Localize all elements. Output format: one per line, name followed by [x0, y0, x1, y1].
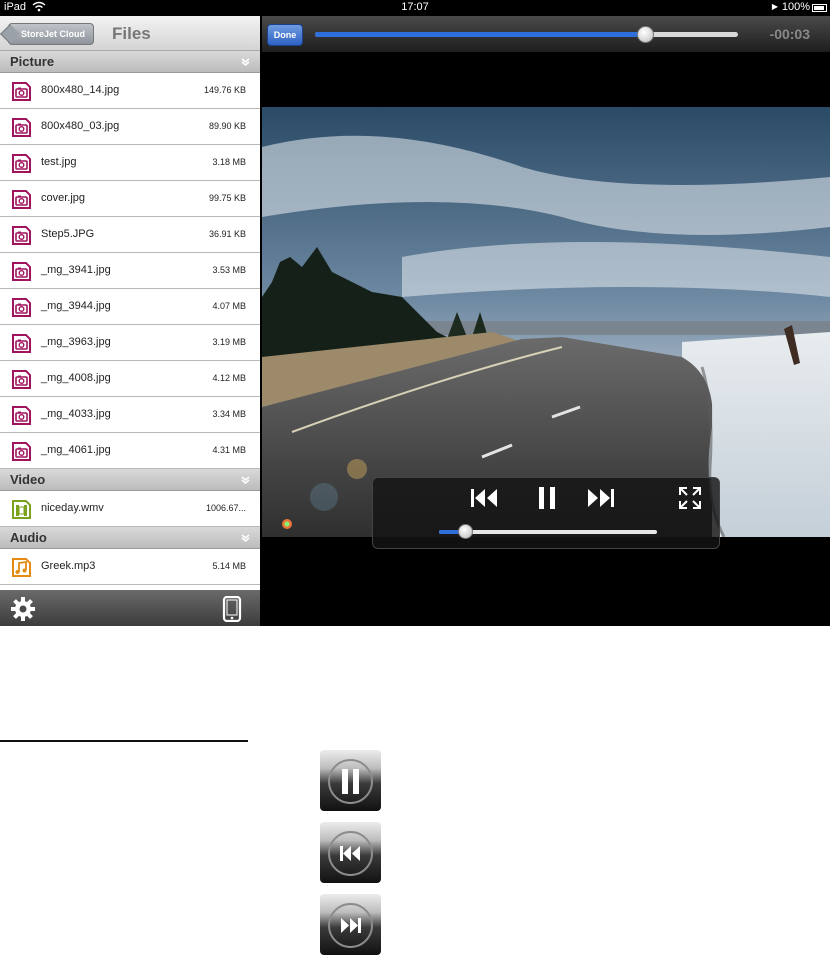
- file-name: _mg_4033.jpg: [41, 408, 111, 420]
- file-name: _mg_4061.jpg: [41, 444, 111, 456]
- file-row[interactable]: _mg_3963.jpg 3.19 MB: [0, 325, 260, 361]
- playback-scrubber-thumb[interactable]: [636, 26, 654, 43]
- section-header-label: Picture: [10, 54, 55, 69]
- player-top-bar: Done -00:03: [262, 16, 830, 52]
- file-row[interactable]: _mg_4033.jpg 3.34 MB: [0, 397, 260, 433]
- file-size: 3.34 MB: [212, 409, 246, 419]
- gear-icon[interactable]: [10, 596, 36, 626]
- file-name: cover.jpg: [41, 192, 86, 204]
- file-row[interactable]: _mg_3941.jpg 3.53 MB: [0, 253, 260, 289]
- playback-controls: [372, 477, 720, 549]
- photo-file-icon: [11, 369, 32, 390]
- file-row[interactable]: Greek.mp3 5.14 MB: [0, 549, 260, 585]
- file-size: 99.75 KB: [208, 193, 246, 203]
- section-header-audio[interactable]: Audio: [0, 527, 260, 549]
- section-header-label: Video: [10, 472, 46, 487]
- file-name: 800x480_03.jpg: [41, 120, 120, 132]
- chevron-down-icon: [241, 469, 250, 492]
- file-browser-panel: StoreJet Cloud Files Picture 800x480_14.j…: [0, 16, 260, 626]
- playback-progress-fill: [315, 32, 645, 37]
- file-name: niceday.wmv: [41, 502, 104, 514]
- file-name: Step5.JPG: [41, 228, 95, 240]
- fullscreen-icon[interactable]: [677, 486, 705, 510]
- pause-icon[interactable]: [533, 486, 561, 510]
- file-row[interactable]: cover.jpg 99.75 KB: [0, 181, 260, 217]
- divider-line: [0, 740, 248, 742]
- file-name: Greek.mp3: [41, 560, 96, 572]
- rewind-button-large: [320, 822, 381, 883]
- rewind-icon[interactable]: [470, 486, 498, 510]
- fast-forward-button-large: [320, 894, 381, 955]
- ipad-device-icon[interactable]: [222, 595, 242, 626]
- file-size: 1006.67...: [205, 503, 246, 513]
- file-size: 149.76 KB: [203, 85, 246, 95]
- chevron-down-icon: [241, 527, 250, 550]
- file-size: 5.14 MB: [212, 561, 246, 571]
- file-name: _mg_3941.jpg: [41, 264, 111, 276]
- photo-file-icon: [11, 333, 32, 354]
- file-browser-nav-bar: StoreJet Cloud Files: [0, 16, 260, 51]
- file-browser-toolbar: [0, 590, 260, 626]
- photo-file-icon: [11, 441, 32, 462]
- file-size: 36.91 KB: [208, 229, 246, 239]
- photo-file-icon: [11, 117, 32, 138]
- file-row[interactable]: niceday.wmv 1006.67...: [0, 491, 260, 527]
- battery-icon: [812, 4, 827, 12]
- section-header-label: Audio: [10, 530, 47, 545]
- pause-icon: [328, 759, 373, 804]
- file-row[interactable]: test.jpg 3.18 MB: [0, 145, 260, 181]
- section-header-video[interactable]: Video: [0, 469, 260, 491]
- chevron-down-icon: [241, 51, 250, 74]
- file-size: 3.53 MB: [212, 265, 246, 275]
- file-row[interactable]: 800x480_14.jpg 149.76 KB: [0, 73, 260, 109]
- photo-file-icon: [11, 405, 32, 426]
- file-row[interactable]: Step5.JPG 36.91 KB: [0, 217, 260, 253]
- pause-button-large: [320, 750, 381, 811]
- volume-slider-thumb[interactable]: [458, 524, 474, 539]
- file-name: test.jpg: [41, 156, 77, 168]
- photo-file-icon: [11, 261, 32, 282]
- file-row[interactable]: _mg_3944.jpg 4.07 MB: [0, 289, 260, 325]
- file-size: 89.90 KB: [208, 121, 246, 131]
- fast-forward-icon: [328, 903, 373, 948]
- file-row[interactable]: 800x480_03.jpg 89.90 KB: [0, 109, 260, 145]
- file-row[interactable]: _mg_4061.jpg 4.31 MB: [0, 433, 260, 469]
- video-player: Done -00:03: [262, 16, 830, 626]
- playing-icon: ▶: [771, 2, 778, 11]
- page-title: Files: [112, 24, 151, 43]
- photo-file-icon: [11, 153, 32, 174]
- file-size: 4.07 MB: [212, 301, 246, 311]
- file-list: Picture 800x480_14.jpg 149.76 KB 800x480_03…: [0, 51, 260, 585]
- file-name: 800x480_14.jpg: [41, 84, 120, 96]
- status-bar: iPad 17:07 ▶ 100%: [0, 0, 830, 16]
- file-size: 3.18 MB: [212, 157, 246, 167]
- file-name: _mg_3944.jpg: [41, 300, 111, 312]
- photo-file-icon: [11, 189, 32, 210]
- page: iPad 17:07 ▶ 100% StoreJet Cloud Files P…: [0, 0, 830, 955]
- video-file-icon: [11, 499, 32, 520]
- file-size: 4.31 MB: [212, 445, 246, 455]
- back-button[interactable]: StoreJet Cloud: [8, 23, 95, 45]
- done-button[interactable]: Done: [267, 24, 303, 46]
- playback-scrubber[interactable]: [315, 26, 738, 43]
- photo-file-icon: [11, 81, 32, 102]
- volume-slider[interactable]: [439, 524, 657, 539]
- file-row[interactable]: _mg_4008.jpg 4.12 MB: [0, 361, 260, 397]
- status-time: 17:07: [401, 1, 429, 13]
- file-name: _mg_3963.jpg: [41, 336, 111, 348]
- music-file-icon: [11, 557, 32, 578]
- battery-percent: 100%: [781, 1, 810, 13]
- time-remaining: -00:03: [769, 26, 810, 42]
- file-size: 4.12 MB: [212, 373, 246, 383]
- file-size: 3.19 MB: [212, 337, 246, 347]
- ipad-screen: iPad 17:07 ▶ 100% StoreJet Cloud Files P…: [0, 0, 830, 626]
- file-name: _mg_4008.jpg: [41, 372, 111, 384]
- photo-file-icon: [11, 297, 32, 318]
- fast-forward-icon[interactable]: [587, 486, 615, 510]
- video-frame[interactable]: [262, 107, 830, 537]
- section-header-picture[interactable]: Picture: [0, 51, 260, 73]
- rewind-icon: [328, 831, 373, 876]
- photo-file-icon: [11, 225, 32, 246]
